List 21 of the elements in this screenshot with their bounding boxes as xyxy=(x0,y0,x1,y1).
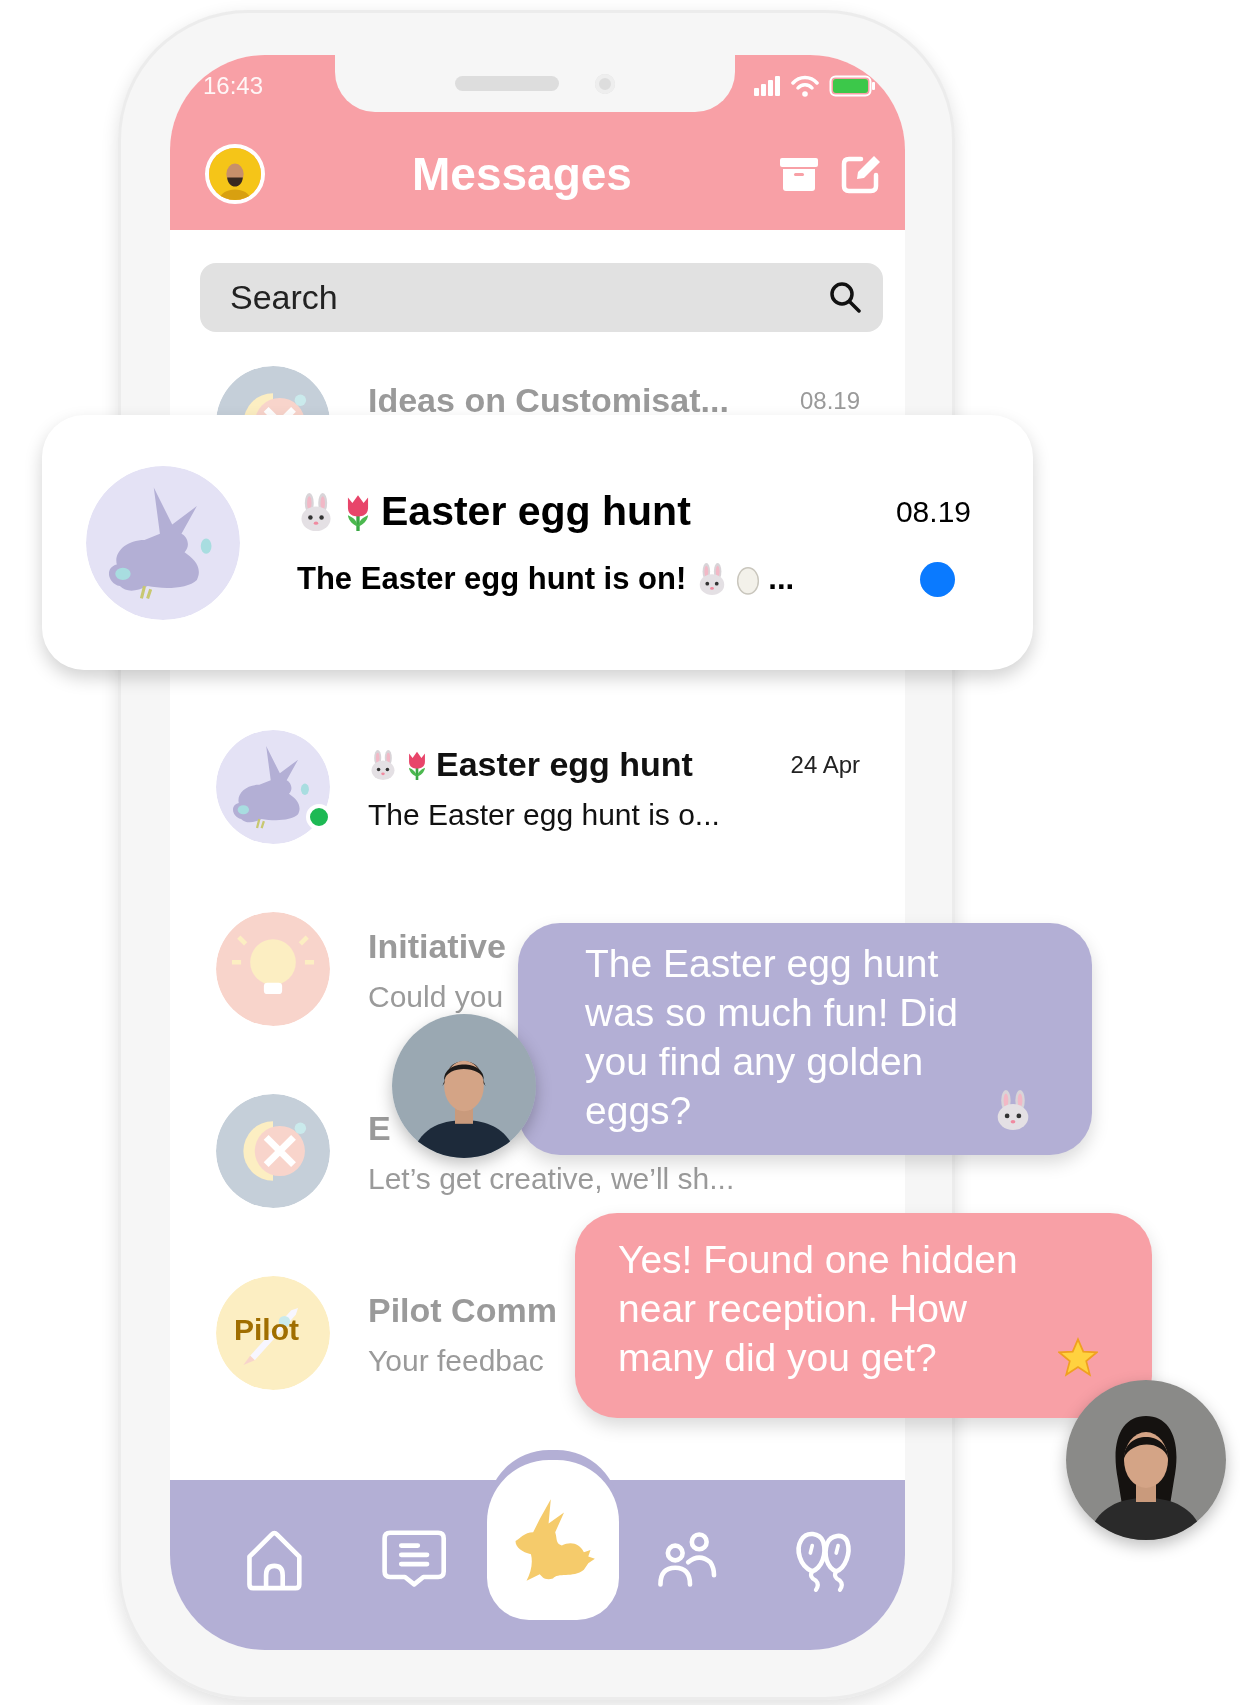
conversation-card[interactable]: Easter egg hunt 08.19 The Easter egg hunt is on! ... xyxy=(42,415,1033,670)
search-field[interactable]: Search xyxy=(200,263,883,332)
conversation-title: E xyxy=(368,1109,391,1148)
conversation-title: Initiative xyxy=(368,927,506,966)
message-text: Yes! Found one hidden near reception. How many did you get? xyxy=(618,1237,1019,1381)
status-time: 16:43 xyxy=(203,72,264,100)
header-title: Messages xyxy=(411,146,633,201)
message-preview: The Easter egg hunt is o... xyxy=(368,798,720,832)
message-preview: The Easter egg hunt is on! xyxy=(297,561,687,597)
message-text: The Easter egg hunt was so much fun! Did you find any golden eggs? xyxy=(585,941,959,1134)
avatar-label: Pilot xyxy=(234,1313,299,1347)
message-preview: Your feedbac xyxy=(368,1344,544,1378)
message-preview: Let’s get creative, we’ll sh... xyxy=(368,1162,735,1196)
conversation-title: Easter egg hunt xyxy=(381,488,691,535)
conversation-title: Pilot Comm xyxy=(368,1291,557,1330)
conversation-time: 08.19 xyxy=(799,386,860,415)
conversation-time: 24 Apr xyxy=(790,750,860,779)
conversation-title: Easter egg hunt xyxy=(436,745,693,784)
ellipsis: ... xyxy=(768,561,795,597)
conversation-time: 08.19 xyxy=(895,494,971,529)
message-preview: Could you xyxy=(368,980,504,1014)
